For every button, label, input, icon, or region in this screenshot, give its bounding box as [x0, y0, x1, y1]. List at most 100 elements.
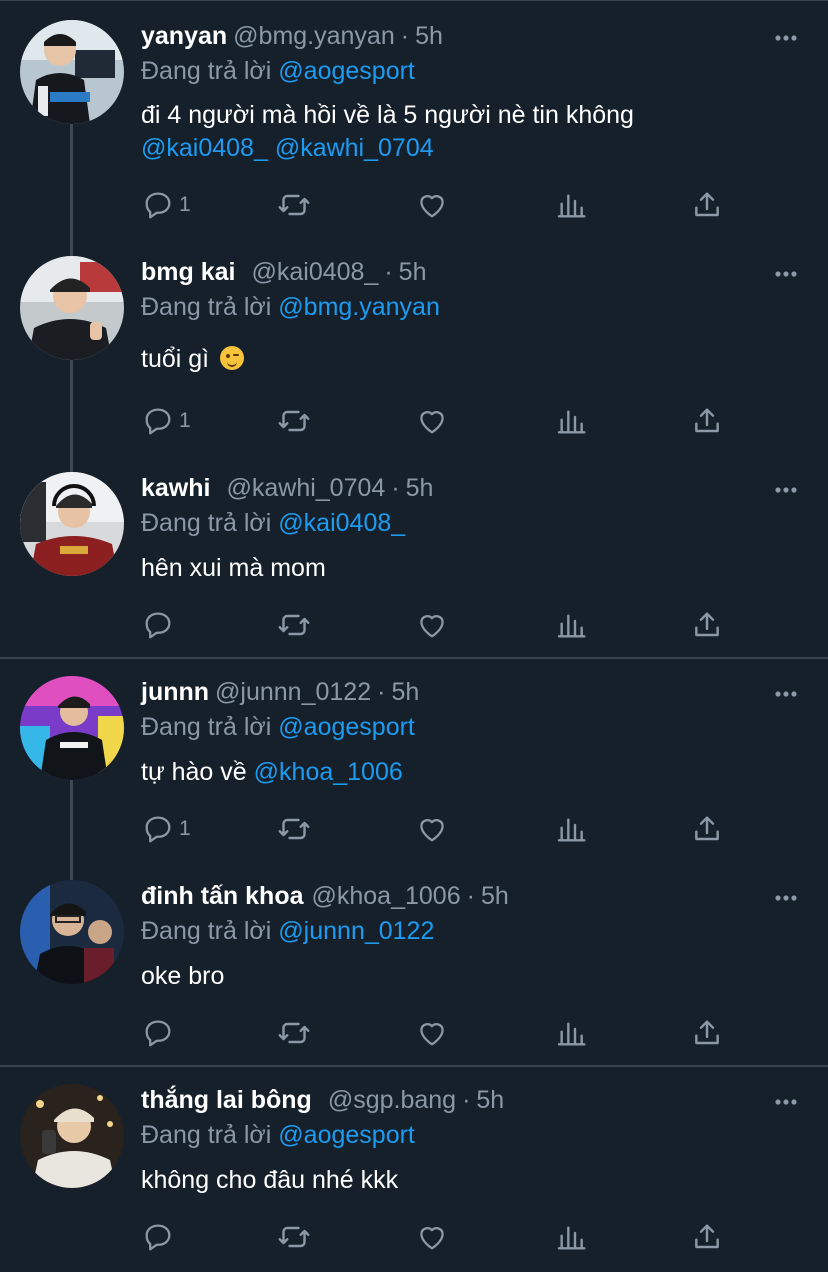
replying-to: Đang trả lời @bmg.yanyan [141, 293, 440, 322]
mention-link[interactable]: @aogesport [278, 57, 415, 85]
analytics-button[interactable] [555, 811, 587, 847]
reply-icon [145, 1224, 171, 1251]
more-options-icon[interactable] [772, 260, 800, 288]
replying-to-label: Đang trả lời [141, 713, 272, 741]
timestamp[interactable]: 5h [476, 1086, 504, 1114]
analytics-button[interactable] [555, 1015, 587, 1051]
tweet-text: không cho đâu nhé kkk [141, 1166, 399, 1194]
display-name[interactable]: bmg kai [141, 258, 235, 286]
replying-to: Đang trả lời @aogesport [141, 1121, 415, 1150]
more-options-icon[interactable] [772, 24, 800, 52]
action-bar: 1 [141, 187, 741, 223]
reply-count: 1 [179, 193, 191, 216]
mention-link[interactable]: @aogesport [278, 713, 415, 741]
retweet-button[interactable] [276, 187, 312, 223]
separator-dot: · [377, 678, 386, 706]
winking-face-icon [220, 346, 245, 370]
retweet-button[interactable] [276, 1219, 312, 1255]
analytics-button[interactable] [555, 187, 587, 223]
more-options-icon[interactable] [772, 884, 800, 912]
timestamp[interactable]: 5h [406, 474, 434, 502]
username[interactable]: @junnn_0122 [215, 678, 371, 706]
mention-link[interactable]: @bmg.yanyan [278, 293, 440, 321]
display-name[interactable]: đinh tấn khoa [141, 882, 304, 910]
analytics-button[interactable] [555, 607, 587, 643]
avatar[interactable] [20, 676, 124, 780]
like-button[interactable] [415, 187, 449, 223]
tweet-text: tuổi gì [141, 343, 781, 376]
timestamp[interactable]: 5h [481, 882, 509, 910]
username[interactable]: @bmg.yanyan [233, 22, 395, 50]
avatar[interactable] [20, 256, 124, 360]
reply-tweet[interactable]: kawhi @kawhi_0704 · 5h Đang trả lời @kai040… [0, 452, 828, 658]
reply-tweet[interactable]: junnn @junnn_0122 · 5h Đang trả lời @aogesp… [0, 656, 828, 864]
more-options-icon[interactable] [772, 1088, 800, 1116]
analytics-button[interactable] [555, 1219, 587, 1255]
analytics-button[interactable] [555, 403, 587, 439]
mention-link[interactable]: @aogesport [278, 1121, 415, 1149]
username[interactable]: @kai0408_ [251, 258, 378, 286]
reply-button[interactable]: 1 [141, 403, 191, 439]
share-button[interactable] [691, 1219, 723, 1255]
more-options-icon[interactable] [772, 476, 800, 504]
retweet-button[interactable] [276, 811, 312, 847]
display-name[interactable]: junnn [141, 678, 209, 706]
reply-tweet[interactable]: thắng lai bông @sgp.bang · 5h Đang trả lời … [0, 1064, 828, 1272]
reply-button[interactable]: 1 [141, 811, 191, 847]
reply-icon [145, 816, 171, 843]
mention-link[interactable]: @khoa_1006 [254, 758, 403, 786]
replying-to: Đang trả lời @aogesport [141, 713, 415, 742]
reply-tweet[interactable]: bmg kai @kai0408_ · 5h Đang trả lời @bmg.ya… [0, 236, 828, 456]
tweet-text: hên xui mà mom [141, 554, 326, 582]
reply-tweet[interactable]: yanyan @bmg.yanyan · 5h Đang trả lời @aoges… [0, 0, 828, 240]
reply-timeline: yanyan @bmg.yanyan · 5h Đang trả lời @aoges… [0, 0, 828, 1272]
display-name[interactable]: kawhi [141, 474, 210, 502]
avatar[interactable] [20, 472, 124, 576]
timestamp[interactable]: 5h [399, 258, 427, 286]
separator-dot: · [384, 258, 393, 286]
avatar[interactable] [20, 1084, 124, 1188]
analytics-icon [557, 818, 586, 842]
replying-to: Đang trả lời @junnn_0122 [141, 917, 434, 946]
retweet-icon [278, 410, 310, 432]
avatar[interactable] [20, 880, 124, 984]
username[interactable]: @kawhi_0704 [226, 474, 385, 502]
reply-icon [145, 192, 171, 219]
timestamp[interactable]: 5h [391, 678, 419, 706]
mention-link[interactable]: @junnn_0122 [278, 917, 434, 945]
heart-icon [420, 1023, 444, 1046]
share-button[interactable] [691, 403, 723, 439]
reply-button[interactable] [141, 1015, 175, 1051]
reply-button[interactable] [141, 607, 175, 643]
replying-to-label: Đang trả lời [141, 1121, 272, 1149]
mention-link[interactable]: @kawhi_0704 [275, 134, 434, 162]
retweet-button[interactable] [276, 403, 312, 439]
reply-button[interactable]: 1 [141, 187, 191, 223]
share-button[interactable] [691, 187, 723, 223]
share-button[interactable] [691, 607, 723, 643]
share-button[interactable] [691, 811, 723, 847]
mention-link[interactable]: @kai0408_ [141, 134, 268, 162]
retweet-button[interactable] [276, 607, 312, 643]
username[interactable]: @sgp.bang [328, 1086, 456, 1114]
like-button[interactable] [415, 607, 449, 643]
username[interactable]: @khoa_1006 [312, 882, 461, 910]
analytics-icon [557, 1022, 586, 1046]
like-button[interactable] [415, 811, 449, 847]
reply-tweet[interactable]: đinh tấn khoa @khoa_1006 · 5h Đang trả lời … [0, 860, 828, 1066]
like-button[interactable] [415, 1219, 449, 1255]
retweet-button[interactable] [276, 1015, 312, 1051]
reply-icon [145, 612, 171, 639]
more-options-icon[interactable] [772, 680, 800, 708]
avatar[interactable] [20, 20, 124, 124]
heart-icon [420, 819, 444, 842]
like-button[interactable] [415, 403, 449, 439]
reply-button[interactable] [141, 1219, 175, 1255]
share-button[interactable] [691, 1015, 723, 1051]
mention-link[interactable]: @kai0408_ [278, 509, 405, 537]
like-button[interactable] [415, 1015, 449, 1051]
display-name[interactable]: yanyan [141, 22, 227, 50]
timestamp[interactable]: 5h [415, 22, 443, 50]
tweet-text-line: tuổi gì [141, 345, 210, 373]
display-name[interactable]: thắng lai bông [141, 1086, 312, 1114]
